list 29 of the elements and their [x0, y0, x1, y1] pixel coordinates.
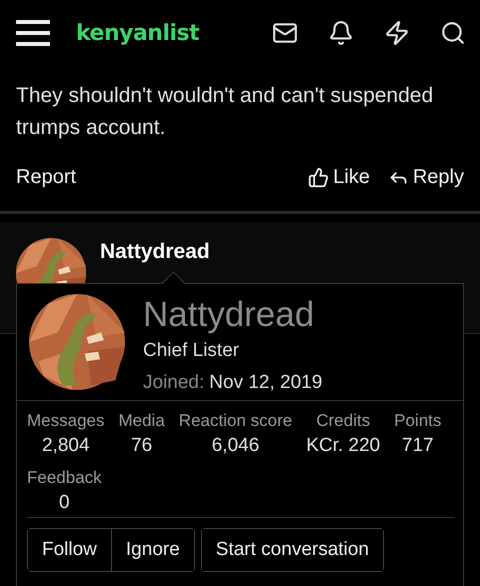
stat-label: Messages — [27, 411, 104, 431]
stat-label: Credits — [316, 411, 370, 431]
stat-value: 717 — [402, 435, 434, 457]
stat-value: 2,804 — [42, 435, 90, 457]
site-logo[interactable]: kenyanlist — [76, 20, 246, 46]
joined-label: Joined: — [143, 372, 204, 394]
action-button[interactable]: Start conversation — [202, 529, 383, 571]
stat-label: Reaction score — [178, 411, 292, 431]
reply-link[interactable]: Reply — [388, 166, 464, 189]
report-link[interactable]: Report — [16, 166, 76, 189]
stat-label: Media — [118, 411, 165, 431]
stat-value: 76 — [131, 435, 152, 457]
bell-icon[interactable] — [328, 20, 354, 46]
stat-value: 0 — [59, 492, 70, 514]
stat-label: Points — [394, 411, 442, 431]
post-text: They shouldn't wouldn't and can't suspended trumps account. — [16, 83, 434, 141]
action-button[interactable]: Ignore — [110, 529, 194, 571]
stat-value: 6,046 — [212, 435, 260, 457]
member-name[interactable]: Nattydread — [143, 294, 322, 336]
member-title: Chief Lister — [143, 340, 240, 362]
menu-icon[interactable] — [16, 19, 50, 47]
stat-value: KCr. 220 — [306, 435, 380, 457]
search-icon[interactable] — [440, 20, 466, 46]
like-link[interactable]: Like — [308, 166, 370, 189]
author-name[interactable]: Nattydread — [100, 240, 210, 264]
stat-label: Feedback — [27, 468, 102, 488]
lightning-icon[interactable] — [384, 20, 410, 46]
thumbs-up-icon — [308, 167, 330, 188]
joined-date: Nov 12, 2019 — [209, 372, 322, 394]
